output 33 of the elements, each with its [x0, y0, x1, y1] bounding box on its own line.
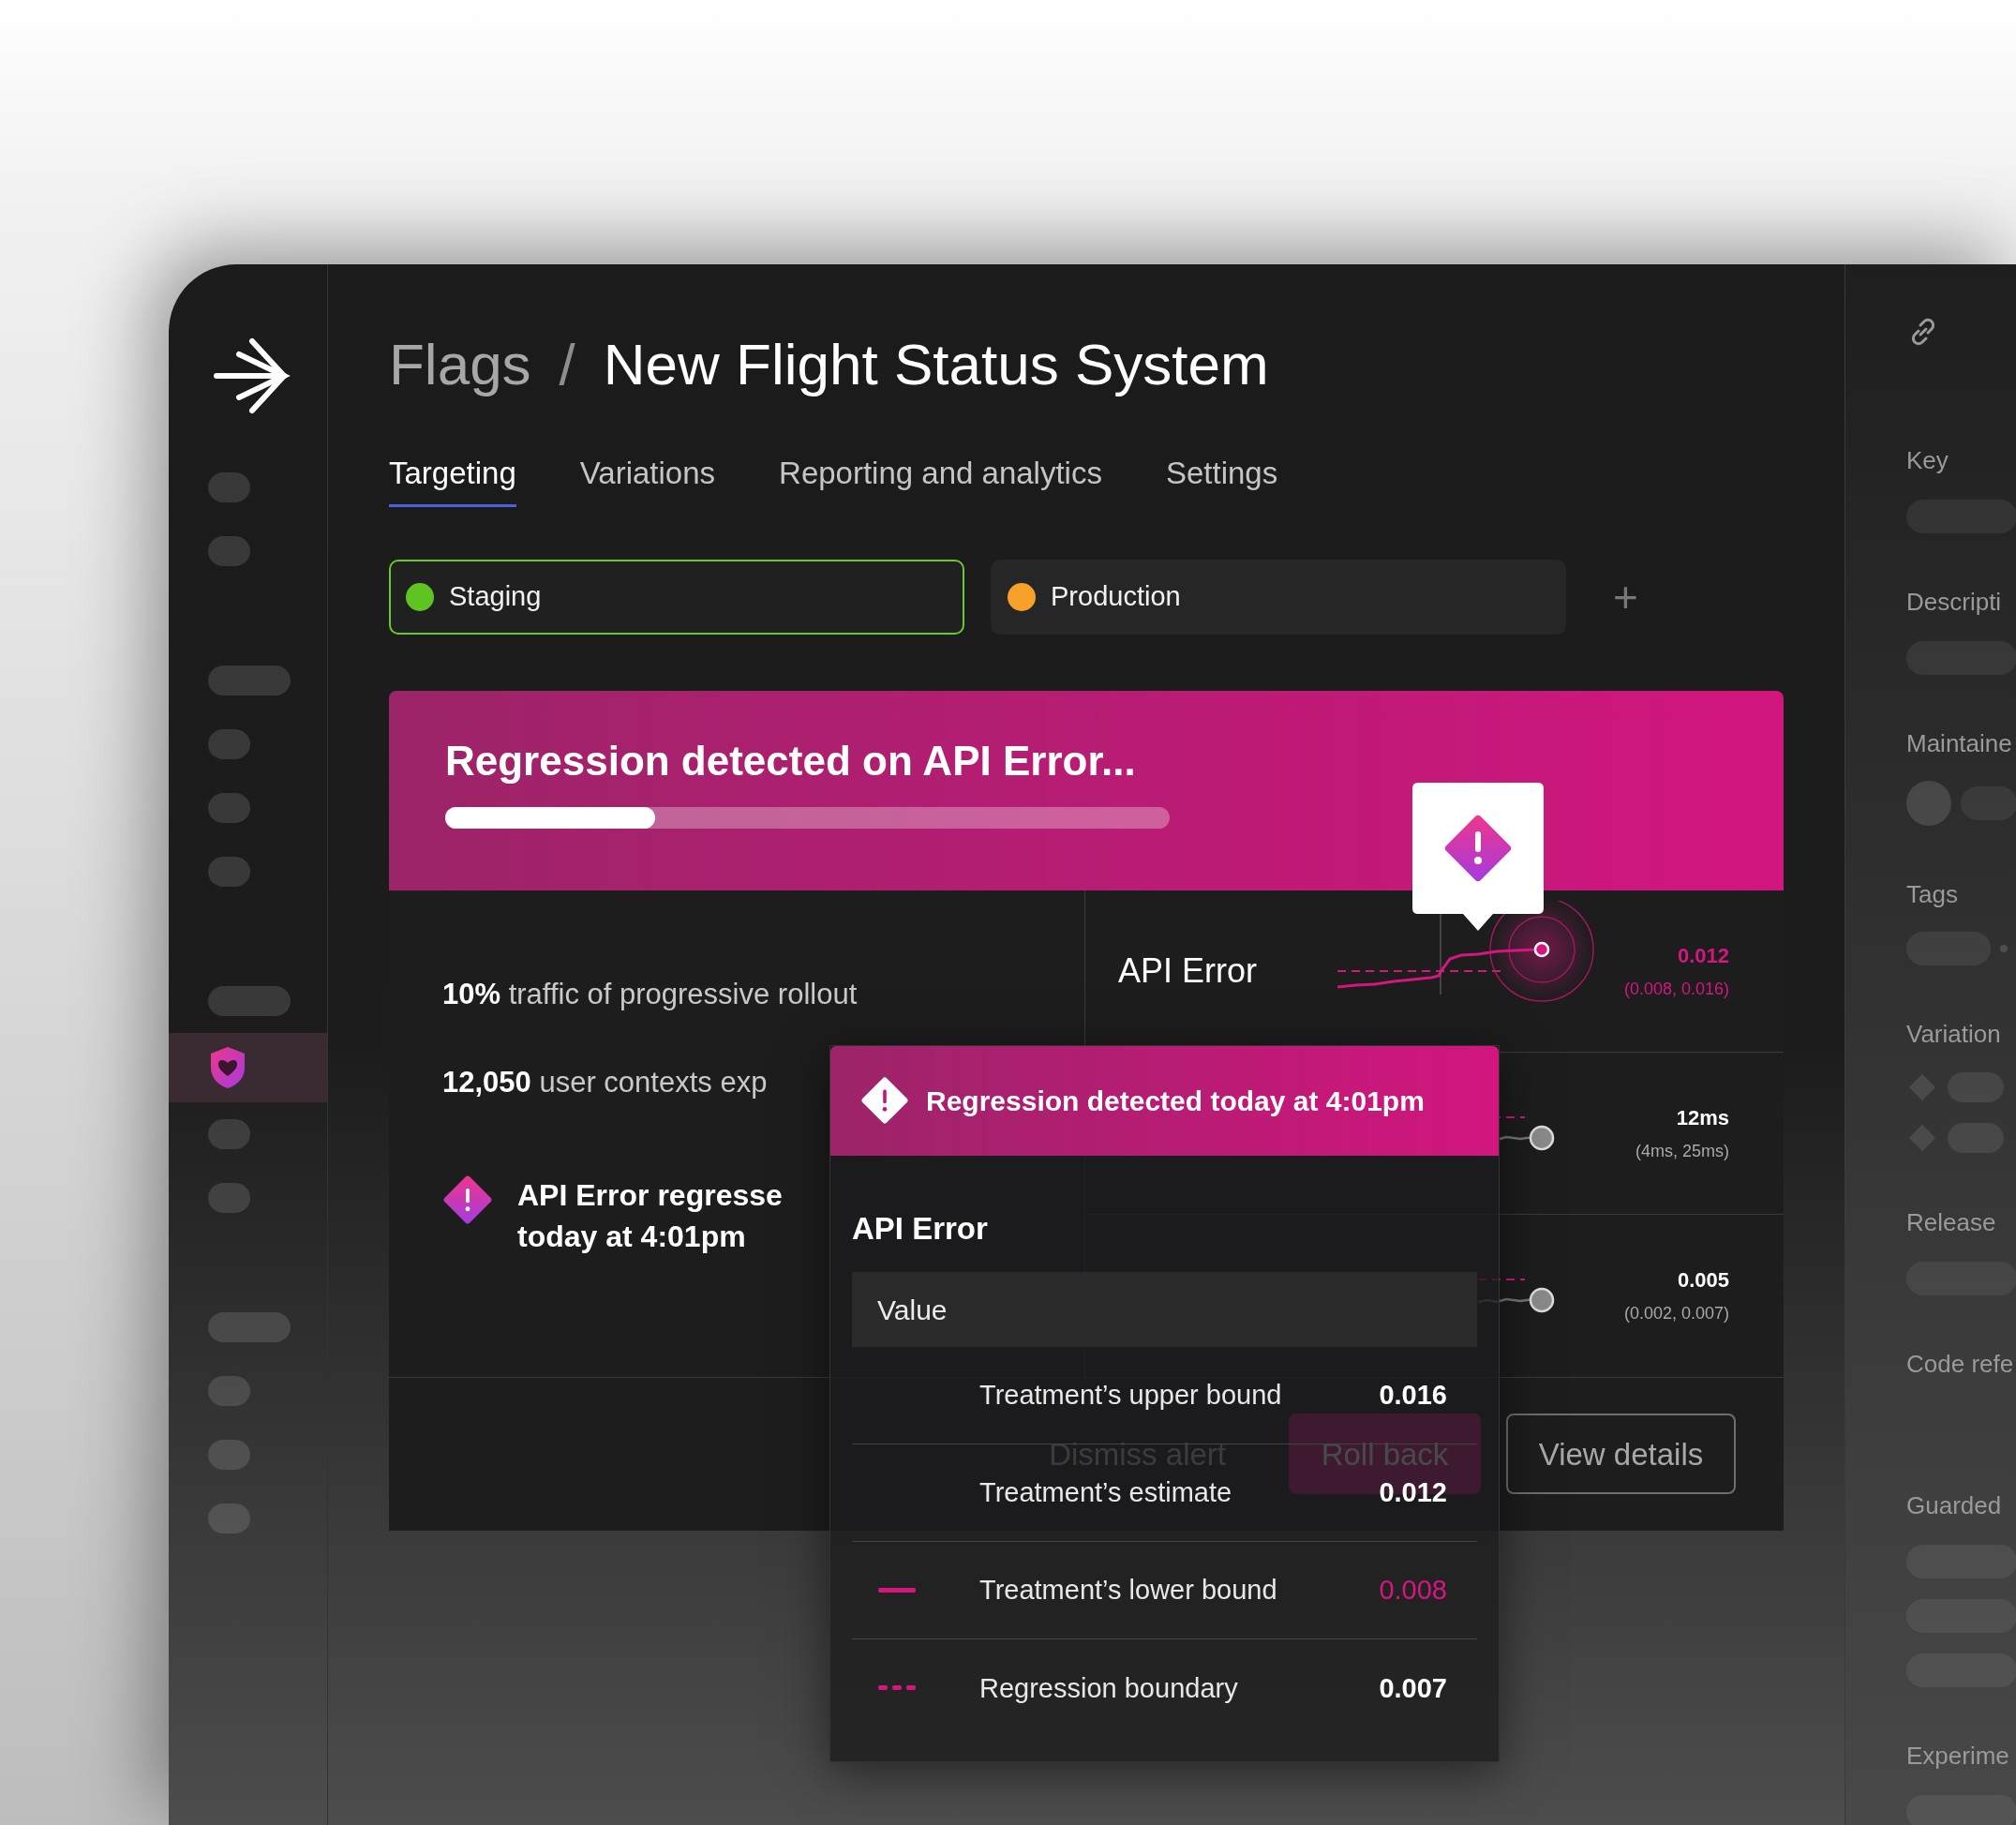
rollout-text: 10% traffic of progressive rollout: [442, 976, 858, 1012]
metric-name: API Error: [1118, 950, 1259, 992]
field-label: Code refe: [1906, 1349, 2015, 1380]
row-label: Treatment’s lower bound: [979, 1574, 1278, 1608]
row-label: Treatment’s estimate: [979, 1476, 1233, 1510]
metric-value: 0.005: [1676, 1267, 1729, 1294]
regression-note: API Error regresse today at 4:01pm: [517, 1176, 783, 1255]
field-label: Release: [1906, 1207, 1997, 1238]
row-label: Treatment’s upper bound: [979, 1379, 1283, 1413]
field-label: Variation: [1906, 1019, 2002, 1050]
contexts-text: 12,050 user contexts exp: [442, 1065, 768, 1101]
confidence-interval: (4ms, 25ms): [1635, 1140, 1729, 1162]
row-value: 0.007: [1379, 1671, 1448, 1705]
row-value: 0.016: [1379, 1379, 1448, 1413]
column-header: Value: [852, 1272, 1477, 1348]
tooltip-title: Regression detected today at 4:01pm: [926, 1084, 1425, 1118]
row-value: 0.012: [1379, 1476, 1448, 1510]
field-label: Tags: [1906, 879, 1959, 910]
field-label: Maintaine: [1906, 728, 2013, 759]
breadcrumb-separator: /: [559, 331, 575, 399]
page-title: New Flight Status System: [603, 331, 1269, 398]
field-label: Descripti: [1906, 587, 2003, 618]
metric-value: 12ms: [1675, 1104, 1729, 1131]
metric-value: 0.012: [1676, 942, 1729, 969]
row-label: Regression boundary: [979, 1671, 1239, 1705]
confidence-interval: (0.008, 0.016): [1623, 978, 1729, 1000]
field-label: Guarded: [1906, 1490, 2003, 1521]
field-label: Key: [1906, 445, 1949, 476]
alert-title: Regression detected on API Error...: [445, 736, 1137, 785]
confidence-interval: (0.002, 0.007): [1623, 1303, 1729, 1325]
field-label: Experime: [1906, 1741, 2010, 1772]
metric-name: API Error: [852, 1209, 989, 1248]
row-value: 0.008: [1379, 1574, 1448, 1608]
